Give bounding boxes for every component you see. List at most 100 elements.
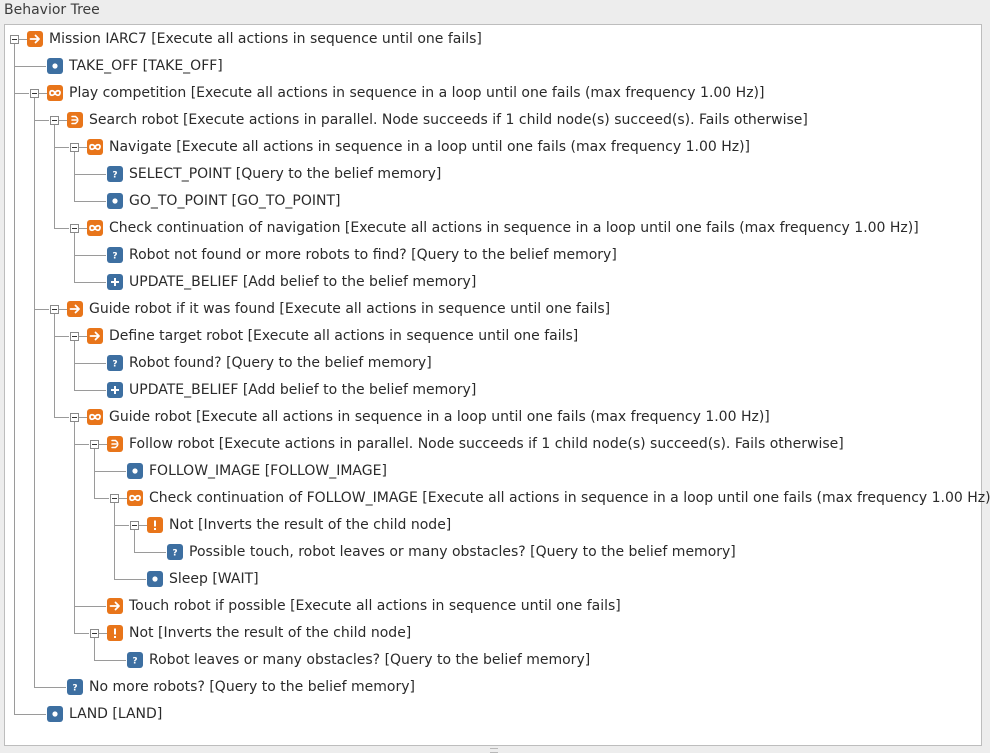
collapse-toggle[interactable] xyxy=(10,35,19,44)
tree-node-label: Mission IARC7 [Execute all actions in se… xyxy=(49,31,482,47)
tree-node[interactable]: Guide robot if it was found [Execute all… xyxy=(67,298,610,320)
tree-connector-line xyxy=(54,314,55,418)
parallel-icon xyxy=(67,112,83,128)
tree-node-label: Not [Inverts the result of the child nod… xyxy=(169,517,452,533)
collapse-toggle[interactable] xyxy=(70,224,79,233)
tree-connector-line xyxy=(74,282,106,283)
tree-connector-line xyxy=(54,228,69,229)
tree-connector-line xyxy=(79,147,87,148)
tree-node[interactable]: Not [Inverts the result of the child nod… xyxy=(107,622,411,644)
tree-connector-line xyxy=(79,336,87,337)
tree-node[interactable]: LAND [LAND] xyxy=(47,703,162,725)
tree-node[interactable]: Define target robot [Execute all actions… xyxy=(87,325,578,347)
loop-icon xyxy=(87,139,103,155)
tree-connector-line xyxy=(94,449,95,499)
collapse-toggle[interactable] xyxy=(50,305,59,314)
tree-node[interactable]: UPDATE_BELIEF [Add belief to the belief … xyxy=(107,271,476,293)
svg-text:?: ? xyxy=(132,657,137,667)
parallel-icon xyxy=(107,436,123,452)
tree-node[interactable]: ? Robot found? [Query to the belief memor… xyxy=(107,352,432,374)
tree-connector-line xyxy=(119,498,127,499)
tree-connector-line xyxy=(74,152,75,202)
tree-connector-line xyxy=(74,444,89,445)
tree-node[interactable]: ? Robot not found or more robots to find?… xyxy=(107,244,617,266)
tree-node[interactable]: Not [Inverts the result of the child nod… xyxy=(147,514,451,536)
tree-node[interactable]: Mission IARC7 [Execute all actions in se… xyxy=(27,28,482,50)
tree-node[interactable]: TAKE_OFF [TAKE_OFF] xyxy=(47,55,223,77)
collapse-toggle[interactable] xyxy=(30,89,39,98)
action-dot-icon xyxy=(107,193,123,209)
tree-node[interactable]: Check continuation of navigation [Execut… xyxy=(87,217,919,239)
tree-connector-line xyxy=(19,39,27,40)
tree-connector-line xyxy=(74,422,75,634)
tree-node-label: No more robots? [Query to the belief mem… xyxy=(89,679,415,695)
tree-connector-line xyxy=(134,530,135,553)
tree-node[interactable]: Play competition [Execute all actions in… xyxy=(47,82,764,104)
tree-node[interactable]: ? Possible touch, robot leaves or many ob… xyxy=(167,541,736,563)
tree-node-label: Guide robot if it was found [Execute all… xyxy=(89,301,611,317)
tree-node[interactable]: UPDATE_BELIEF [Add belief to the belief … xyxy=(107,379,476,401)
action-dot-icon xyxy=(127,463,143,479)
add-belief-icon xyxy=(107,274,123,290)
tree-node-label: Check continuation of navigation [Execut… xyxy=(109,220,919,236)
tree-node-label: Search robot [Execute actions in paralle… xyxy=(89,112,808,128)
tree-connector-line xyxy=(59,120,67,121)
tree-node[interactable]: Navigate [Execute all actions in sequenc… xyxy=(87,136,750,158)
collapse-toggle[interactable] xyxy=(110,494,119,503)
tree-node[interactable]: Touch robot if possible [Execute all act… xyxy=(107,595,621,617)
action-dot-icon xyxy=(147,571,163,587)
query-icon: ? xyxy=(107,355,123,371)
tree-connector-line xyxy=(74,233,75,283)
tree-connector-line xyxy=(99,633,107,634)
tree-connector-line xyxy=(54,147,69,148)
tree-connector-line xyxy=(139,525,147,526)
tree-node-label: Possible touch, robot leaves or many obs… xyxy=(189,544,736,560)
tree-connector-line xyxy=(114,503,115,580)
tree-node[interactable]: Follow robot [Execute actions in paralle… xyxy=(107,433,844,455)
tree-node[interactable]: FOLLOW_IMAGE [FOLLOW_IMAGE] xyxy=(127,460,387,482)
collapse-toggle[interactable] xyxy=(90,629,99,638)
tree-connector-line xyxy=(34,687,66,688)
action-dot-icon xyxy=(47,706,63,722)
tree-node[interactable]: Sleep [WAIT] xyxy=(147,568,259,590)
tree-node-label: Touch robot if possible [Execute all act… xyxy=(129,598,621,614)
loop-icon xyxy=(127,490,143,506)
tree-node[interactable]: Search robot [Execute actions in paralle… xyxy=(67,109,808,131)
add-belief-icon xyxy=(107,382,123,398)
collapse-toggle[interactable] xyxy=(70,413,79,422)
resize-grip[interactable] xyxy=(490,748,498,753)
tree-connector-line xyxy=(94,498,109,499)
tree-connector-line xyxy=(94,471,126,472)
loop-icon xyxy=(87,409,103,425)
query-icon: ? xyxy=(167,544,183,560)
tree-connector-line xyxy=(74,363,106,364)
tree-node-label: Not [Inverts the result of the child nod… xyxy=(129,625,412,641)
tree-node-label: Play competition [Execute all actions in… xyxy=(69,85,765,101)
collapse-toggle[interactable] xyxy=(50,116,59,125)
tree-connector-line xyxy=(34,120,49,121)
tree-connector-line xyxy=(74,606,106,607)
tree-connector-line xyxy=(34,309,49,310)
svg-text:?: ? xyxy=(112,360,117,370)
tree-node[interactable]: ? No more robots? [Query to the belief me… xyxy=(67,676,415,698)
collapse-toggle[interactable] xyxy=(70,332,79,341)
tree-node[interactable]: ? SELECT_POINT [Query to the belief memor… xyxy=(107,163,441,185)
tree-connector-line xyxy=(94,660,126,661)
collapse-toggle[interactable] xyxy=(130,521,139,530)
tree-connector-line xyxy=(74,255,106,256)
tree-node[interactable]: ? Robot leaves or many obstacles? [Query … xyxy=(127,649,590,671)
tree-connector-line xyxy=(134,552,166,553)
inverter-icon xyxy=(147,517,163,533)
tree-node[interactable]: Guide robot [Execute all actions in sequ… xyxy=(87,406,770,428)
sequence-arrow-icon xyxy=(67,301,83,317)
tree-connector-line xyxy=(14,93,29,94)
collapse-toggle[interactable] xyxy=(90,440,99,449)
collapse-toggle[interactable] xyxy=(70,143,79,152)
tree-connector-line xyxy=(74,174,106,175)
tree-connector-line xyxy=(74,633,89,634)
tree-node[interactable]: GO_TO_POINT [GO_TO_POINT] xyxy=(107,190,340,212)
tree-connector-line xyxy=(74,341,75,391)
tree-node[interactable]: Check continuation of FOLLOW_IMAGE [Exec… xyxy=(127,487,990,509)
tree-connector-line xyxy=(14,714,46,715)
tree-node-label: LAND [LAND] xyxy=(69,706,163,722)
